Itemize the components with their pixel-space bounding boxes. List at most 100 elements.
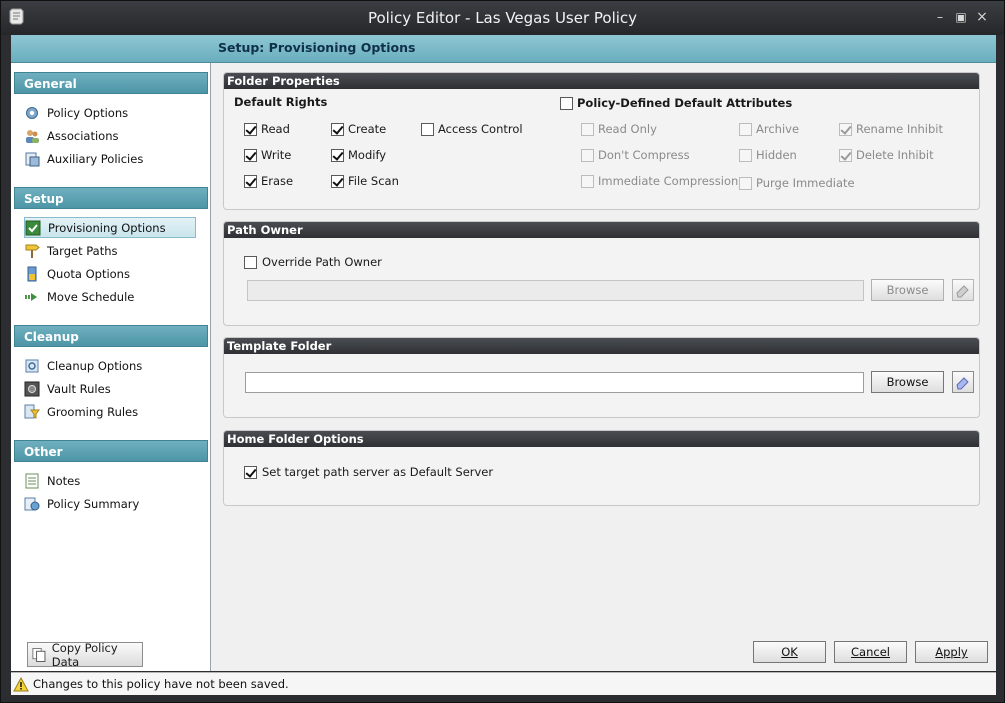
dont-compress-label: Don't Compress bbox=[598, 148, 690, 162]
file-scan-label: File Scan bbox=[348, 174, 399, 188]
sidebar-item-cleanup-options[interactable]: Cleanup Options bbox=[24, 355, 196, 376]
policies-icon bbox=[25, 152, 40, 166]
path-owner-clear-button[interactable] bbox=[952, 279, 974, 301]
sidebar-item-quota-options[interactable]: Quota Options bbox=[24, 263, 196, 284]
delete-inhibit-checkbox[interactable] bbox=[839, 149, 852, 162]
policy-defined-attributes-checkbox[interactable] bbox=[560, 97, 573, 110]
template-folder-browse-button[interactable]: Browse bbox=[871, 371, 944, 393]
sidebar-item-target-paths[interactable]: Target Paths bbox=[24, 240, 196, 261]
section-cleanup[interactable]: Cleanup bbox=[14, 325, 208, 347]
default-server-label: Set target path server as Default Server bbox=[262, 465, 494, 479]
title-bar: Policy Editor - Las Vegas User Policy – … bbox=[1, 1, 1004, 35]
path-owner-browse-button[interactable]: Browse bbox=[871, 279, 944, 301]
apply-button[interactable]: Apply bbox=[915, 641, 988, 663]
create-label: Create bbox=[348, 122, 387, 136]
immediate-compression-label: Immediate Compression bbox=[598, 174, 739, 188]
copy-policy-data-label: Copy Policy Data bbox=[51, 640, 118, 669]
policy-defined-attributes-label: Policy-Defined Default Attributes bbox=[577, 96, 793, 110]
sidebar-item-label: Grooming Rules bbox=[47, 404, 139, 419]
immediate-compression-checkbox[interactable] bbox=[581, 175, 594, 188]
close-icon[interactable]: × bbox=[974, 9, 990, 25]
read-checkbox[interactable] bbox=[244, 123, 257, 136]
notes-icon bbox=[25, 473, 39, 488]
summary-icon bbox=[24, 497, 40, 510]
copy-policy-data-button[interactable]: Copy Policy Data bbox=[27, 640, 143, 669]
sidebar-item-grooming-rules[interactable]: Grooming Rules bbox=[24, 401, 196, 422]
purge-immediate-label: Purge Immediate bbox=[756, 176, 855, 190]
override-path-owner-label: Override Path Owner bbox=[262, 255, 382, 269]
dont-compress-checkbox[interactable] bbox=[581, 149, 594, 162]
quota-icon bbox=[27, 266, 37, 281]
users-icon bbox=[26, 129, 39, 143]
move-arrow-icon bbox=[25, 292, 37, 301]
folder-properties-panel: Folder Properties Default Rights Read Cr… bbox=[223, 72, 980, 210]
sidebar-item-label: Move Schedule bbox=[47, 289, 135, 304]
hidden-checkbox[interactable] bbox=[739, 149, 752, 162]
page-header: Setup: Provisioning Options bbox=[11, 35, 996, 63]
sidebar-item-label: Quota Options bbox=[47, 266, 130, 281]
eraser-icon bbox=[956, 377, 969, 390]
access-control-checkbox[interactable] bbox=[421, 123, 434, 136]
vault-icon bbox=[24, 381, 40, 396]
path-owner-title: Path Owner bbox=[224, 222, 979, 238]
sidebar-item-label: Target Paths bbox=[47, 243, 118, 258]
read-only-checkbox[interactable] bbox=[581, 123, 594, 136]
ok-button[interactable]: OK bbox=[753, 641, 826, 663]
apply-label: Apply bbox=[935, 645, 968, 659]
template-folder-panel: Template Folder Browse bbox=[223, 337, 980, 418]
status-message: Changes to this policy have not been sav… bbox=[33, 677, 289, 691]
sidebar-item-label: Associations bbox=[47, 128, 119, 143]
rename-inhibit-checkbox[interactable] bbox=[839, 123, 852, 136]
policy-editor-window: Policy Editor - Las Vegas User Policy – … bbox=[0, 0, 1005, 703]
sidebar-item-label: Cleanup Options bbox=[47, 358, 143, 373]
sidebar-item-move-schedule[interactable]: Move Schedule bbox=[24, 286, 196, 307]
maximize-icon[interactable]: ▣ bbox=[953, 9, 969, 25]
sidebar-item-label: Vault Rules bbox=[47, 381, 111, 396]
sidebar-item-auxiliary-policies[interactable]: Auxiliary Policies bbox=[24, 148, 196, 169]
path-owner-panel: Path Owner Override Path Owner Browse bbox=[223, 221, 980, 326]
signpost-icon bbox=[25, 244, 40, 258]
cancel-button[interactable]: Cancel bbox=[834, 641, 907, 663]
sidebar-item-policy-options[interactable]: Policy Options bbox=[24, 102, 196, 123]
default-server-checkbox[interactable] bbox=[244, 466, 257, 479]
sidebar-item-label: Auxiliary Policies bbox=[47, 151, 144, 166]
erase-checkbox[interactable] bbox=[244, 175, 257, 188]
sidebar-item-notes[interactable]: Notes bbox=[24, 470, 196, 491]
section-other[interactable]: Other bbox=[14, 440, 208, 462]
sidebar-item-associations[interactable]: Associations bbox=[24, 125, 196, 146]
copy-icon bbox=[32, 647, 46, 662]
purge-immediate-checkbox[interactable] bbox=[739, 177, 752, 190]
window-title: Policy Editor - Las Vegas User Policy bbox=[367, 9, 638, 27]
archive-checkbox[interactable] bbox=[739, 123, 752, 136]
sidebar-item-policy-summary[interactable]: Policy Summary bbox=[24, 493, 196, 514]
minimize-icon[interactable]: – bbox=[932, 9, 948, 25]
eraser-icon bbox=[956, 285, 969, 298]
sidebar-item-label: Notes bbox=[47, 473, 81, 488]
erase-label: Erase bbox=[261, 174, 294, 188]
write-label: Write bbox=[261, 148, 292, 162]
cleanup-icon bbox=[25, 359, 39, 372]
write-checkbox[interactable] bbox=[244, 149, 257, 162]
status-bar: Changes to this policy have not been sav… bbox=[11, 672, 996, 695]
section-general[interactable]: General bbox=[14, 72, 208, 94]
home-folder-options-panel: Home Folder Options Set target path serv… bbox=[223, 430, 980, 506]
cancel-label: Cancel bbox=[851, 645, 890, 659]
create-checkbox[interactable] bbox=[331, 123, 344, 136]
sidebar-item-provisioning-options[interactable]: Provisioning Options bbox=[24, 217, 196, 238]
override-path-owner-checkbox[interactable] bbox=[244, 256, 257, 269]
path-owner-field[interactable] bbox=[247, 280, 864, 301]
template-folder-clear-button[interactable] bbox=[952, 371, 974, 393]
section-setup[interactable]: Setup bbox=[14, 187, 208, 209]
rename-inhibit-label: Rename Inhibit bbox=[856, 122, 943, 136]
modify-checkbox[interactable] bbox=[331, 149, 344, 162]
check-icon bbox=[25, 220, 41, 235]
ok-label: OK bbox=[781, 645, 798, 659]
sidebar-item-vault-rules[interactable]: Vault Rules bbox=[24, 378, 196, 399]
delete-inhibit-label: Delete Inhibit bbox=[856, 148, 934, 162]
default-rights-label: Default Rights bbox=[234, 95, 328, 109]
read-only-label: Read Only bbox=[598, 122, 657, 136]
gear-icon bbox=[26, 106, 38, 119]
file-scan-checkbox[interactable] bbox=[331, 175, 344, 188]
template-folder-field[interactable] bbox=[245, 372, 864, 393]
archive-label: Archive bbox=[756, 122, 800, 136]
